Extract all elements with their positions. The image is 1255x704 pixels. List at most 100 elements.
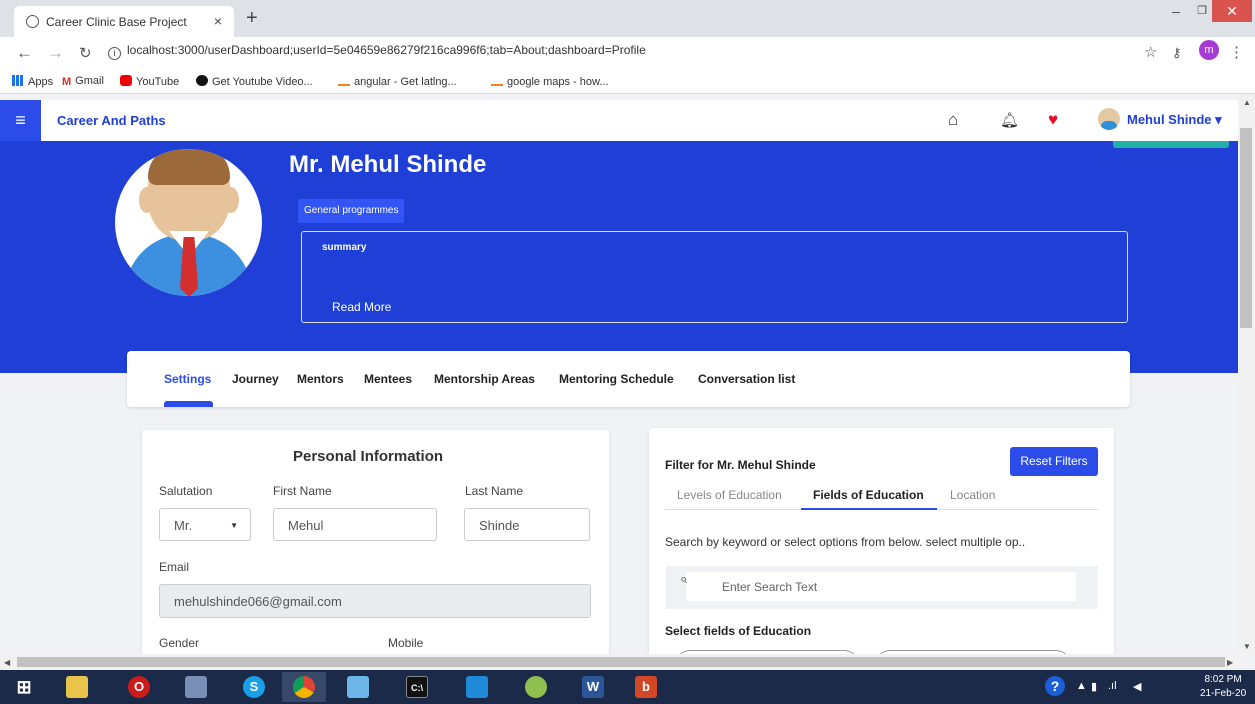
star-icon[interactable]: ☆ xyxy=(1144,43,1157,61)
new-tab-button[interactable]: + xyxy=(246,7,258,30)
horizontal-scroll-thumb[interactable] xyxy=(17,657,1225,667)
stackoverflow-icon xyxy=(491,75,503,86)
tab-mentees[interactable]: Mentees xyxy=(364,372,412,386)
key-icon[interactable]: ⚷ xyxy=(1172,45,1182,61)
reload-icon[interactable]: ↻ xyxy=(79,44,92,62)
profile-tabs: Settings Journey Mentors Mentees Mentors… xyxy=(127,351,1130,407)
search-input[interactable]: Enter Search Text xyxy=(686,572,1076,601)
vscode-icon[interactable] xyxy=(455,672,499,702)
email-field[interactable]: mehulshinde066@gmail.com xyxy=(159,584,591,618)
bookmarks-bar: Apps M Gmail YouTube Get Youtube Video...… xyxy=(0,69,1255,94)
tab-fields-of-education[interactable]: Fields of Education xyxy=(813,488,924,502)
active-filter-tab-indicator xyxy=(801,508,937,510)
windows-start-icon[interactable]: ⊞ xyxy=(2,672,46,702)
heart-icon[interactable]: ♥ xyxy=(1048,110,1058,130)
window-close-icon[interactable]: ✕ xyxy=(1212,0,1252,22)
url-field[interactable]: i localhost:3000/userDashboard;userId=5e0… xyxy=(108,43,646,60)
windows-taskbar: ⊞ O S C:\ W b ? ▲ ▮ .ıl ◀ 8:02 PM 21-Feb… xyxy=(0,670,1255,704)
word-icon[interactable]: W xyxy=(571,672,615,702)
first-name-label: First Name xyxy=(273,484,332,498)
app-header: ≡ Career And Paths ⌂ 🔔︎ ♥ Mehul Shinde ▾ xyxy=(0,100,1238,141)
bookmark-apps[interactable]: Apps xyxy=(12,75,53,88)
user-avatar[interactable] xyxy=(1098,108,1120,130)
profile-banner: Mr. Mehul Shinde General programmes summ… xyxy=(0,141,1238,373)
browser-profile-avatar[interactable]: m xyxy=(1199,40,1219,60)
tab-location[interactable]: Location xyxy=(950,488,995,502)
restore-icon[interactable]: ❐ xyxy=(1190,0,1214,22)
pdf-app-icon[interactable]: b xyxy=(624,672,668,702)
profile-avatar xyxy=(115,149,262,296)
read-more-link[interactable]: Read More xyxy=(332,300,391,314)
bookmark-youtube[interactable]: YouTube xyxy=(120,75,179,88)
opera-icon[interactable]: O xyxy=(117,672,161,702)
signal-icon[interactable]: .ıl xyxy=(1108,680,1117,692)
filter-card: Filter for Mr. Mehul Shinde Reset Filter… xyxy=(649,428,1114,680)
app-leaf-icon[interactable] xyxy=(514,672,558,702)
github-icon xyxy=(196,75,208,86)
search-container: Enter Search Text ⌕ xyxy=(666,566,1098,609)
tray-chevron-icon[interactable]: ▲ xyxy=(1076,680,1087,692)
personal-info-card: Personal Information Salutation First Na… xyxy=(142,430,609,670)
system-clock[interactable]: 8:02 PM 21-Feb-20 xyxy=(1200,673,1246,701)
salutation-label: Salutation xyxy=(159,484,213,498)
menu-icon[interactable]: ≡ xyxy=(0,100,41,141)
address-bar: ← → ↻ i localhost:3000/userDashboard;user… xyxy=(0,37,1255,69)
apps-grid-icon xyxy=(12,75,24,86)
caret-down-icon: ▼ xyxy=(230,521,238,530)
gender-label: Gender xyxy=(159,636,200,650)
globe-icon xyxy=(26,15,39,28)
browser-tab[interactable]: Career Clinic Base Project × xyxy=(14,6,234,37)
notepad-icon[interactable] xyxy=(336,672,380,702)
youtube-icon xyxy=(120,75,132,86)
bookmark-github[interactable]: Get Youtube Video... xyxy=(196,75,313,88)
last-name-input[interactable]: Shinde xyxy=(464,508,590,541)
first-name-input[interactable]: Mehul xyxy=(273,508,437,541)
teal-button-edge[interactable] xyxy=(1113,141,1229,148)
scroll-up-icon[interactable]: ▲ xyxy=(1243,98,1251,107)
tab-journey[interactable]: Journey xyxy=(232,372,279,386)
email-label: Email xyxy=(159,560,190,574)
back-icon[interactable]: ← xyxy=(16,43,33,63)
minimize-icon[interactable]: – xyxy=(1164,0,1188,22)
user-menu[interactable]: Mehul Shinde ▾ xyxy=(1127,112,1222,128)
salutation-select[interactable]: Mr. ▼ xyxy=(159,508,251,541)
tab-mentoring-schedule[interactable]: Mentoring Schedule xyxy=(559,372,674,386)
profile-name: Mr. Mehul Shinde xyxy=(289,151,487,178)
chrome-icon[interactable] xyxy=(282,672,326,702)
vertical-scroll-thumb[interactable] xyxy=(1240,128,1252,328)
clock-date: 21-Feb-20 xyxy=(1200,688,1247,699)
tab-close-icon[interactable]: × xyxy=(214,13,222,29)
scroll-right-icon[interactable]: ▶ xyxy=(1227,658,1233,667)
more-icon[interactable]: ⋮ xyxy=(1229,43,1244,61)
tab-settings[interactable]: Settings xyxy=(164,372,211,386)
brand-link[interactable]: Career And Paths xyxy=(57,113,166,128)
scroll-left-icon[interactable]: ◀ xyxy=(4,658,10,667)
scroll-down-icon[interactable]: ▼ xyxy=(1243,642,1251,651)
program-badge: General programmes xyxy=(298,199,405,223)
bell-icon[interactable]: 🔔︎ xyxy=(1000,111,1019,129)
skype-icon[interactable]: S xyxy=(232,672,276,702)
file-explorer-icon[interactable] xyxy=(55,672,99,702)
bookmark-stackoverflow-2[interactable]: google maps - how... xyxy=(491,75,609,88)
tab-mentors[interactable]: Mentors xyxy=(297,372,344,386)
battery-icon[interactable]: ▮ xyxy=(1091,680,1097,693)
summary-title: summary xyxy=(322,242,367,253)
tab-mentorship-areas[interactable]: Mentorship Areas xyxy=(434,372,535,386)
tab-conversation-list[interactable]: Conversation list xyxy=(698,372,795,386)
tab-levels-of-education[interactable]: Levels of Education xyxy=(677,488,782,502)
browser-tab-title: Career Clinic Base Project xyxy=(46,15,187,29)
browser-tab-strip: Career Clinic Base Project × + – ❐ ✕ xyxy=(0,0,1255,37)
terminal-icon[interactable]: C:\ xyxy=(395,672,439,702)
forward-icon[interactable]: → xyxy=(47,43,64,63)
last-name-label: Last Name xyxy=(465,484,524,498)
volume-icon[interactable]: ◀ xyxy=(1133,680,1141,693)
remote-desktop-icon[interactable] xyxy=(174,672,218,702)
help-icon[interactable]: ? xyxy=(1045,676,1065,696)
bookmark-stackoverflow-1[interactable]: angular - Get latlng... xyxy=(338,75,457,88)
filter-title: Filter for Mr. Mehul Shinde xyxy=(665,458,816,472)
bookmark-gmail[interactable]: M Gmail xyxy=(62,75,104,88)
reset-filters-button[interactable]: Reset Filters xyxy=(1010,447,1098,476)
home-icon[interactable]: ⌂ xyxy=(948,110,958,130)
personal-info-title: Personal Information xyxy=(293,448,444,465)
info-icon[interactable]: i xyxy=(108,47,121,60)
